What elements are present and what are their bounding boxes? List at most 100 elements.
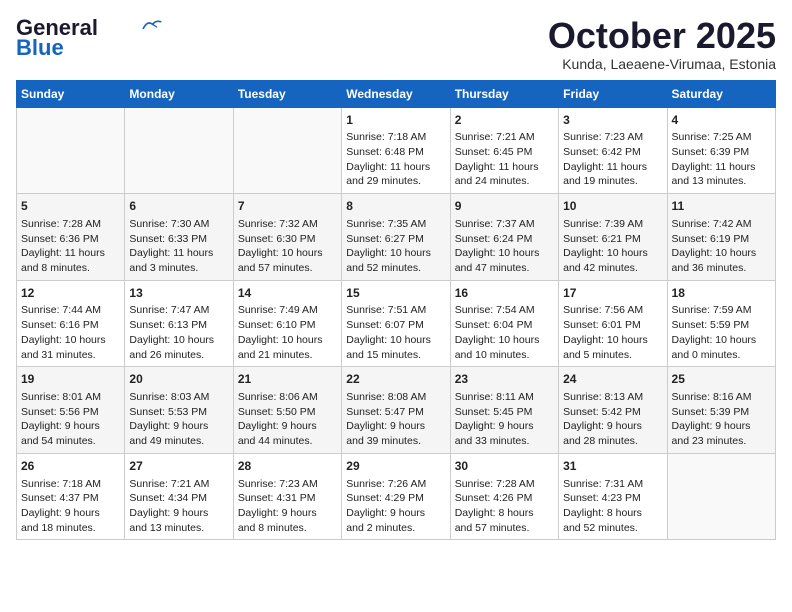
day-number: 7 <box>238 198 337 215</box>
calendar-cell: 1Sunrise: 7:18 AM Sunset: 6:48 PM Daylig… <box>342 107 450 194</box>
day-info: Sunrise: 7:23 AM Sunset: 4:31 PM Dayligh… <box>238 478 318 534</box>
day-number: 30 <box>455 458 554 475</box>
day-number: 29 <box>346 458 445 475</box>
day-number: 31 <box>563 458 662 475</box>
day-number: 10 <box>563 198 662 215</box>
calendar-cell <box>17 107 125 194</box>
day-info: Sunrise: 8:11 AM Sunset: 5:45 PM Dayligh… <box>455 391 534 447</box>
day-info: Sunrise: 8:13 AM Sunset: 5:42 PM Dayligh… <box>563 391 643 447</box>
day-number: 11 <box>672 198 771 215</box>
logo-bird-icon <box>142 18 162 32</box>
day-info: Sunrise: 7:42 AM Sunset: 6:19 PM Dayligh… <box>672 218 757 274</box>
header: General Blue October 2025 Kunda, Laeaene… <box>16 16 776 72</box>
calendar-cell: 10Sunrise: 7:39 AM Sunset: 6:21 PM Dayli… <box>559 194 667 281</box>
calendar-header: SundayMondayTuesdayWednesdayThursdayFrid… <box>17 80 776 107</box>
day-info: Sunrise: 7:23 AM Sunset: 6:42 PM Dayligh… <box>563 131 647 187</box>
day-info: Sunrise: 8:01 AM Sunset: 5:56 PM Dayligh… <box>21 391 101 447</box>
calendar-cell: 16 Sunrise: 7:54 AM Sunset: 6:04 PM Dayli… <box>450 280 558 367</box>
calendar-cell: 13 Sunrise: 7:47 AM Sunset: 6:13 PM Dayli… <box>125 280 233 367</box>
day-info: Sunrise: 7:26 AM Sunset: 4:29 PM Dayligh… <box>346 478 426 534</box>
week-row-2: 5 Sunrise: 7:28 AM Sunset: 6:36 PM Daylig… <box>17 194 776 281</box>
calendar-cell: 31 Sunrise: 7:31 AM Sunset: 4:23 PM Dayli… <box>559 453 667 540</box>
day-number: 21 <box>238 371 337 388</box>
day-info: Sunrise: 7:51 AM Sunset: 6:07 PM Dayligh… <box>346 304 431 360</box>
day-number: 19 <box>21 371 120 388</box>
day-info: Sunrise: 7:18 AM Sunset: 6:48 PM Dayligh… <box>346 131 430 187</box>
day-header-sunday: Sunday <box>17 80 125 107</box>
calendar-cell: 14Sunrise: 7:49 AM Sunset: 6:10 PM Dayli… <box>233 280 341 367</box>
location-subtitle: Kunda, Laeaene-Virumaa, Estonia <box>548 56 776 72</box>
calendar-cell: 4 Sunrise: 7:25 AM Sunset: 6:39 PM Daylig… <box>667 107 775 194</box>
day-info: Sunrise: 7:18 AM Sunset: 4:37 PM Dayligh… <box>21 478 101 534</box>
calendar-cell: 3 Sunrise: 7:23 AM Sunset: 6:42 PM Daylig… <box>559 107 667 194</box>
day-number: 16 <box>455 285 554 302</box>
calendar-cell: 8 Sunrise: 7:35 AM Sunset: 6:27 PM Daylig… <box>342 194 450 281</box>
day-info: Sunrise: 7:28 AM Sunset: 6:36 PM Dayligh… <box>21 218 105 274</box>
day-number: 9 <box>455 198 554 215</box>
calendar-cell: 5 Sunrise: 7:28 AM Sunset: 6:36 PM Daylig… <box>17 194 125 281</box>
calendar-cell: 7 Sunrise: 7:32 AM Sunset: 6:30 PM Daylig… <box>233 194 341 281</box>
day-info: Sunrise: 7:47 AM Sunset: 6:13 PM Dayligh… <box>129 304 214 360</box>
day-header-thursday: Thursday <box>450 80 558 107</box>
days-of-week-row: SundayMondayTuesdayWednesdayThursdayFrid… <box>17 80 776 107</box>
calendar-cell: 26 Sunrise: 7:18 AM Sunset: 4:37 PM Dayli… <box>17 453 125 540</box>
calendar-cell: 23Sunrise: 8:11 AM Sunset: 5:45 PM Dayli… <box>450 367 558 454</box>
day-info: Sunrise: 7:56 AM Sunset: 6:01 PM Dayligh… <box>563 304 648 360</box>
calendar-cell <box>233 107 341 194</box>
calendar-cell: 17 Sunrise: 7:56 AM Sunset: 6:01 PM Dayli… <box>559 280 667 367</box>
calendar-cell: 11 Sunrise: 7:42 AM Sunset: 6:19 PM Dayli… <box>667 194 775 281</box>
day-info: Sunrise: 7:32 AM Sunset: 6:30 PM Dayligh… <box>238 218 323 274</box>
day-info: Sunrise: 7:31 AM Sunset: 4:23 PM Dayligh… <box>563 478 643 534</box>
day-info: Sunrise: 7:28 AM Sunset: 4:26 PM Dayligh… <box>455 478 535 534</box>
day-info: Sunrise: 7:25 AM Sunset: 6:39 PM Dayligh… <box>672 131 756 187</box>
day-info: Sunrise: 8:08 AM Sunset: 5:47 PM Dayligh… <box>346 391 426 447</box>
week-row-3: 12Sunrise: 7:44 AM Sunset: 6:16 PM Dayli… <box>17 280 776 367</box>
day-number: 26 <box>21 458 120 475</box>
day-header-friday: Friday <box>559 80 667 107</box>
day-number: 20 <box>129 371 228 388</box>
calendar-cell: 12Sunrise: 7:44 AM Sunset: 6:16 PM Dayli… <box>17 280 125 367</box>
day-info: Sunrise: 7:35 AM Sunset: 6:27 PM Dayligh… <box>346 218 431 274</box>
calendar-cell: 24 Sunrise: 8:13 AM Sunset: 5:42 PM Dayli… <box>559 367 667 454</box>
day-number: 13 <box>129 285 228 302</box>
day-number: 17 <box>563 285 662 302</box>
calendar-body: 1Sunrise: 7:18 AM Sunset: 6:48 PM Daylig… <box>17 107 776 540</box>
day-number: 28 <box>238 458 337 475</box>
day-number: 3 <box>563 112 662 129</box>
calendar-cell <box>125 107 233 194</box>
week-row-4: 19 Sunrise: 8:01 AM Sunset: 5:56 PM Dayli… <box>17 367 776 454</box>
day-header-tuesday: Tuesday <box>233 80 341 107</box>
week-row-5: 26 Sunrise: 7:18 AM Sunset: 4:37 PM Dayli… <box>17 453 776 540</box>
day-number: 4 <box>672 112 771 129</box>
calendar-cell: 19 Sunrise: 8:01 AM Sunset: 5:56 PM Dayli… <box>17 367 125 454</box>
calendar-cell: 29 Sunrise: 7:26 AM Sunset: 4:29 PM Dayli… <box>342 453 450 540</box>
day-info: Sunrise: 7:54 AM Sunset: 6:04 PM Dayligh… <box>455 304 540 360</box>
calendar-cell: 6Sunrise: 7:30 AM Sunset: 6:33 PM Daylig… <box>125 194 233 281</box>
calendar-cell: 15Sunrise: 7:51 AM Sunset: 6:07 PM Dayli… <box>342 280 450 367</box>
day-number: 27 <box>129 458 228 475</box>
logo: General Blue <box>16 16 162 60</box>
calendar-cell: 28 Sunrise: 7:23 AM Sunset: 4:31 PM Dayli… <box>233 453 341 540</box>
logo-blue: Blue <box>16 36 64 60</box>
calendar-cell: 20Sunrise: 8:03 AM Sunset: 5:53 PM Dayli… <box>125 367 233 454</box>
calendar-cell: 22Sunrise: 8:08 AM Sunset: 5:47 PM Dayli… <box>342 367 450 454</box>
day-number: 8 <box>346 198 445 215</box>
day-info: Sunrise: 7:59 AM Sunset: 5:59 PM Dayligh… <box>672 304 757 360</box>
day-info: Sunrise: 8:16 AM Sunset: 5:39 PM Dayligh… <box>672 391 752 447</box>
day-number: 6 <box>129 198 228 215</box>
month-title: October 2025 <box>548 16 776 56</box>
week-row-1: 1Sunrise: 7:18 AM Sunset: 6:48 PM Daylig… <box>17 107 776 194</box>
title-area: October 2025 Kunda, Laeaene-Virumaa, Est… <box>548 16 776 72</box>
calendar-cell: 25Sunrise: 8:16 AM Sunset: 5:39 PM Dayli… <box>667 367 775 454</box>
calendar-cell <box>667 453 775 540</box>
day-header-wednesday: Wednesday <box>342 80 450 107</box>
day-info: Sunrise: 7:44 AM Sunset: 6:16 PM Dayligh… <box>21 304 106 360</box>
calendar-cell: 18Sunrise: 7:59 AM Sunset: 5:59 PM Dayli… <box>667 280 775 367</box>
calendar-table: SundayMondayTuesdayWednesdayThursdayFrid… <box>16 80 776 541</box>
day-info: Sunrise: 7:37 AM Sunset: 6:24 PM Dayligh… <box>455 218 540 274</box>
day-info: Sunrise: 8:06 AM Sunset: 5:50 PM Dayligh… <box>238 391 318 447</box>
day-number: 5 <box>21 198 120 215</box>
day-number: 24 <box>563 371 662 388</box>
day-header-monday: Monday <box>125 80 233 107</box>
day-info: Sunrise: 7:21 AM Sunset: 4:34 PM Dayligh… <box>129 478 209 534</box>
